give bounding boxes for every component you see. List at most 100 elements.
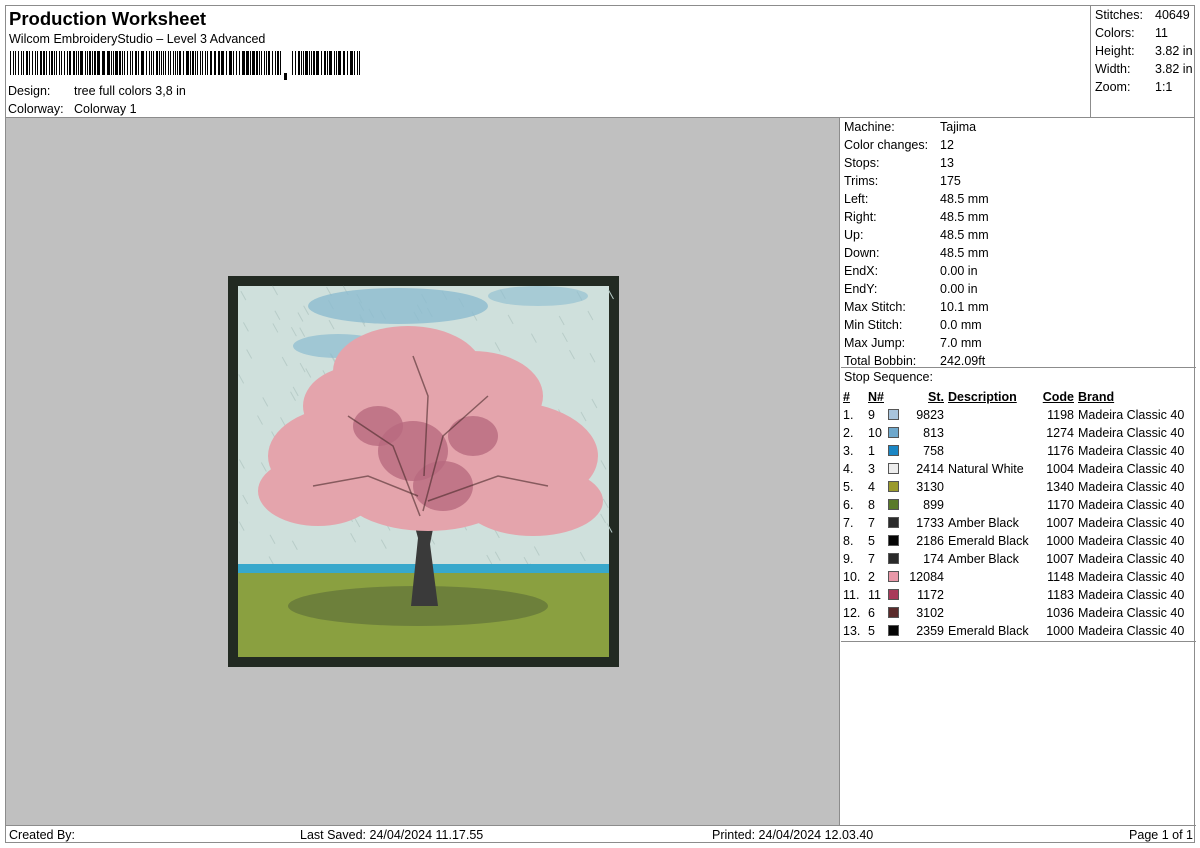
stitch-count: 2414 <box>916 462 944 476</box>
design-label: Design: <box>8 84 51 98</box>
stop-row: 6. 8 899 1170 Madeira Classic 40 <box>843 496 1194 514</box>
col-header-brand: Brand <box>1078 390 1115 404</box>
thread-brand: Madeira Classic 40 <box>1078 426 1185 440</box>
printed-date: Printed: 24/04/2024 12.03.40 <box>712 828 874 842</box>
stop-row: 5. 4 3130 1340 Madeira Classic 40 <box>843 478 1194 496</box>
thread-description: Emerald Black <box>948 624 1029 638</box>
stop-row: 3. 1 758 1176 Madeira Classic 40 <box>843 442 1194 460</box>
color-swatch <box>888 460 903 478</box>
thread-brand: Madeira Classic 40 <box>1078 552 1185 566</box>
machine-info-value: 7.0 mm <box>940 336 982 350</box>
thread-brand: Madeira Classic 40 <box>1078 570 1185 584</box>
thread-code: 1170 <box>1047 498 1074 512</box>
thread-code: 1000 <box>1046 624 1074 638</box>
col-header-description: Description <box>948 390 1017 404</box>
thread-brand: Madeira Classic 40 <box>1078 462 1185 476</box>
stitch-count: 174 <box>923 552 944 566</box>
needle-number: 9 <box>868 408 875 422</box>
software-name: Wilcom EmbroideryStudio – Level 3 Advanc… <box>9 32 266 46</box>
thread-code: 1274 <box>1046 426 1074 440</box>
needle-number: 5 <box>868 534 875 548</box>
thread-description <box>944 478 1036 496</box>
machine-info-row: Max Stitch: 10.1 mm <box>844 300 989 314</box>
thread-color-swatch <box>888 427 899 438</box>
thread-description <box>944 442 1036 460</box>
thread-description <box>944 604 1036 622</box>
colorway-value: Colorway 1 <box>74 102 137 116</box>
thread-color-swatch <box>888 463 899 474</box>
stop-index: 10. <box>843 570 861 584</box>
machine-info-value: 48.5 mm <box>940 210 989 224</box>
color-swatch <box>888 478 903 496</box>
summary-value: 3.82 in <box>1155 44 1193 58</box>
thread-color-swatch <box>888 535 899 546</box>
machine-info-value: 0.0 mm <box>940 318 982 332</box>
thread-code: 1176 <box>1047 444 1074 458</box>
color-swatch <box>888 568 903 586</box>
embroidery-patch-image <box>228 276 619 667</box>
summary-label: Zoom: <box>1095 80 1131 94</box>
needle-number: 4 <box>868 480 875 494</box>
stitch-count: 2359 <box>916 624 944 638</box>
thread-code: 1148 <box>1047 570 1074 584</box>
machine-info-label: Down: <box>844 246 880 260</box>
stop-index: 6. <box>843 498 854 512</box>
thread-brand: Madeira Classic 40 <box>1078 588 1185 602</box>
stop-index: 3. <box>843 444 854 458</box>
stop-index: 4. <box>843 462 854 476</box>
color-swatch <box>888 442 903 460</box>
tree-blossom-shade <box>413 461 473 511</box>
thread-brand: Madeira Classic 40 <box>1078 624 1185 638</box>
tree-blossom-shade <box>448 416 498 456</box>
machine-info-label: Max Stitch: <box>844 300 906 314</box>
worksheet-footer: Created By: Last Saved: 24/04/2024 11.17… <box>6 825 1196 843</box>
thread-description <box>944 568 1036 586</box>
machine-info-label: Machine: <box>844 120 895 134</box>
stop-row: 9. 7 174 Amber Black 1007 Madeira Classic 40 <box>843 550 1194 568</box>
thread-color-swatch <box>888 499 899 510</box>
color-swatch <box>888 496 903 514</box>
thread-description: Natural White <box>948 462 1024 476</box>
page-number: Page 1 of 1 <box>1129 828 1193 842</box>
machine-info-row: Left: 48.5 mm <box>844 192 989 206</box>
created-by: Created By: <box>9 828 76 842</box>
stitch-count: 1733 <box>916 516 944 530</box>
machine-info-row: Machine: Tajima <box>844 120 976 134</box>
last-saved: Last Saved: 24/04/2024 11.17.55 <box>300 828 484 842</box>
machine-info-value: 13 <box>940 156 954 170</box>
barcode <box>10 51 360 80</box>
design-preview <box>6 118 840 825</box>
machine-info-row: Total Bobbin: 242.09ft <box>844 354 985 368</box>
design-value: tree full colors 3,8 in <box>74 84 186 98</box>
thread-description <box>944 496 1036 514</box>
machine-info-row: EndX: 0.00 in <box>844 264 978 278</box>
stop-index: 12. <box>843 606 861 620</box>
thread-code: 1000 <box>1046 534 1074 548</box>
stitch-count: 2186 <box>916 534 944 548</box>
stop-row: 2. 10 813 1274 Madeira Classic 40 <box>843 424 1194 442</box>
stop-row: 1. 9 9823 1198 Madeira Classic 40 <box>843 406 1194 424</box>
thread-code: 1198 <box>1047 408 1074 422</box>
summary-label: Width: <box>1095 62 1131 76</box>
thread-color-swatch <box>888 445 899 456</box>
machine-info-label: Right: <box>844 210 877 224</box>
thread-code: 1007 <box>1046 552 1074 566</box>
machine-info-row: Right: 48.5 mm <box>844 210 989 224</box>
stop-sequence: Stop Sequence: # N# St. Description Code… <box>841 368 1196 642</box>
needle-number: 6 <box>868 606 875 620</box>
machine-info-value: 10.1 mm <box>940 300 989 314</box>
thread-code: 1340 <box>1046 480 1074 494</box>
summary-label: Height: <box>1095 44 1135 58</box>
machine-info-label: EndY: <box>844 282 878 296</box>
color-swatch <box>888 514 903 532</box>
cloud <box>308 288 488 324</box>
summary-value: 3.82 in <box>1155 62 1193 76</box>
summary-row: Width: 3.82 in <box>1095 62 1195 76</box>
machine-info-value: 48.5 mm <box>940 246 989 260</box>
thread-color-swatch <box>888 517 899 528</box>
stop-row: 8. 5 2186 Emerald Black 1000 Madeira Classic … <box>843 532 1194 550</box>
machine-info-label: Trims: <box>844 174 879 188</box>
stop-index: 2. <box>843 426 854 440</box>
thread-brand: Madeira Classic 40 <box>1078 408 1185 422</box>
thread-color-swatch <box>888 607 899 618</box>
